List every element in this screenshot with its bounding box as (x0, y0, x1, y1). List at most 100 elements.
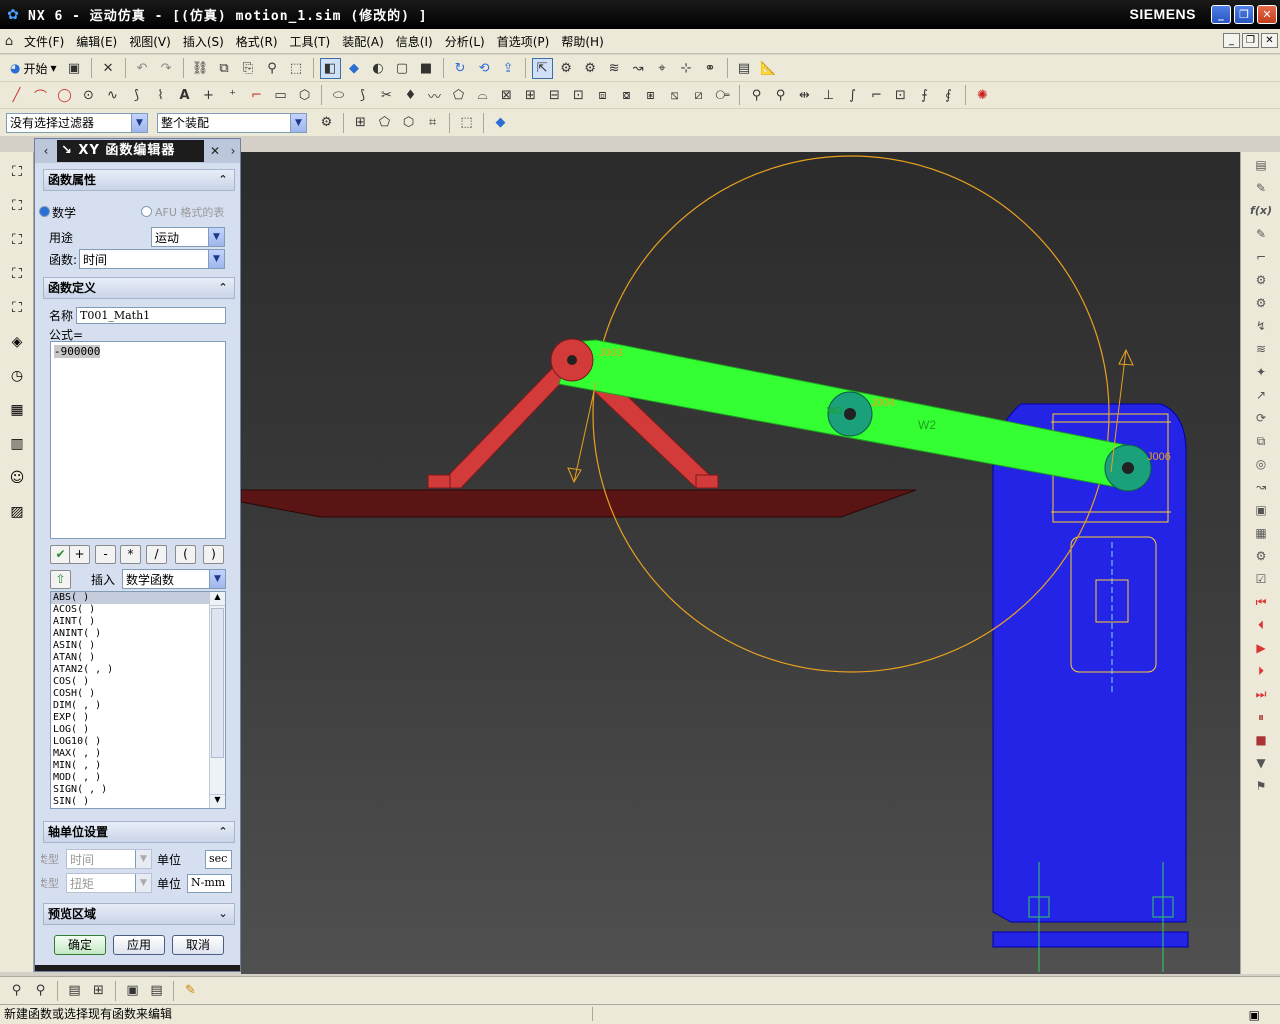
constraint-icon[interactable]: ⊥ (818, 85, 839, 106)
rectangle-icon[interactable]: ▭ (270, 85, 291, 106)
trim-icon[interactable]: ✂ (376, 85, 397, 106)
color-wheel-icon[interactable]: ✺ (972, 85, 993, 106)
play-icon[interactable]: ▶ (1246, 638, 1276, 658)
minimize-button[interactable]: _ (1211, 5, 1231, 24)
scale-curve-icon[interactable]: ⧄ (688, 85, 709, 106)
function-list-item[interactable]: ANINT( ) (51, 628, 225, 640)
text-icon[interactable]: A (174, 85, 195, 106)
scroll-thumb[interactable] (211, 608, 224, 758)
filter-settings-icon[interactable]: ⚙ (316, 112, 337, 133)
extract-icon[interactable]: ♦ (400, 85, 421, 106)
close-button[interactable]: ✕ (1257, 5, 1277, 24)
arc-icon[interactable]: ⌒ (30, 85, 51, 106)
menu-analysis[interactable]: 分析(L) (439, 33, 491, 50)
menu-info[interactable]: 信息(I) (390, 33, 439, 50)
intersect-icon[interactable]: ⊠ (496, 85, 517, 106)
system-materials-icon[interactable]: ▦ (3, 396, 31, 424)
bridge-icon[interactable]: ⌓ (472, 85, 493, 106)
op-minus-button[interactable]: - (95, 545, 116, 564)
menu-tools[interactable]: 工具(T) (284, 33, 337, 50)
palette-icon[interactable]: ▥ (3, 430, 31, 458)
gear-icon[interactable]: ⚙ (580, 58, 601, 79)
wrap-icon[interactable]: ⊡ (568, 85, 589, 106)
edit-icon[interactable]: ⊡ (890, 85, 911, 106)
link-icon[interactable]: ⛓ (190, 58, 211, 79)
relation-icon[interactable]: ∫ (842, 85, 863, 106)
background-icon[interactable]: ◐ (368, 58, 389, 79)
coupler-icon[interactable]: ⚙ (1246, 293, 1276, 313)
curve-on-surface-icon[interactable]: ⧆ (640, 85, 661, 106)
link-tool-icon[interactable]: ✎ (1246, 224, 1276, 244)
function-list-item[interactable]: LOG10( ) (51, 736, 225, 748)
assembly-navigator-icon[interactable]: ⛶ (3, 226, 31, 254)
menu-help[interactable]: 帮助(H) (555, 33, 609, 50)
status-full-screen-icon[interactable]: ▣ (1249, 1006, 1260, 1024)
next-frame-icon[interactable]: ⏵ (1246, 661, 1276, 681)
menu-assembly[interactable]: 装配(A) (336, 33, 390, 50)
cancel-button[interactable]: 取消 (172, 935, 224, 955)
redo-icon[interactable]: ↷ (156, 58, 177, 79)
prev-frame-icon[interactable]: ⏴ (1246, 615, 1276, 635)
driver-icon[interactable]: ↝ (628, 58, 649, 79)
op-close-paren-button[interactable]: ) (203, 545, 224, 564)
layer-settings-icon[interactable]: ▤ (64, 980, 85, 1001)
spline-icon[interactable]: ∿ (102, 85, 123, 106)
contact-icon[interactable]: ⚭ (700, 58, 721, 79)
circle-icon[interactable]: ◯ (54, 85, 75, 106)
sensor-icon[interactable]: ⊹ (676, 58, 697, 79)
chevron-down-icon[interactable]: ▼ (208, 250, 224, 268)
function-list-item[interactable]: ACOS( ) (51, 604, 225, 616)
chevron-down-icon[interactable]: ⌄ (215, 906, 231, 922)
measure-icon[interactable]: ⚲ (262, 58, 283, 79)
last-frame-icon[interactable]: ⏭ (1246, 684, 1276, 704)
menu-preferences[interactable]: 首选项(P) (491, 33, 556, 50)
motion-env-icon[interactable]: ✎ (1246, 178, 1276, 198)
menu-insert[interactable]: 插入(S) (177, 33, 230, 50)
chevron-up-icon[interactable]: ⌃ (215, 280, 231, 296)
snap-point-tool-icon[interactable]: ⚲ (30, 980, 51, 1001)
save-icon[interactable]: ▣ (64, 58, 85, 79)
chevron-down-icon[interactable]: ▼ (131, 113, 147, 132)
edit-curve-icon[interactable]: ⧅ (664, 85, 685, 106)
helix-icon[interactable]: ⌇ (150, 85, 171, 106)
spring-tool-icon[interactable]: ≋ (1246, 339, 1276, 359)
function-list-item[interactable]: ATAN( ) (51, 652, 225, 664)
undo-icon[interactable]: ↶ (132, 58, 153, 79)
next-icon[interactable]: › (226, 142, 240, 160)
ruler-icon[interactable]: 📐 (758, 58, 779, 79)
function-list-item[interactable]: SIGN( , ) (51, 784, 225, 796)
analyze-curve-icon[interactable]: ⚲ (746, 85, 767, 106)
menu-edit[interactable]: 编辑(E) (70, 33, 123, 50)
wcs-icon[interactable]: ⊞ (88, 980, 109, 1001)
pin-icon[interactable]: ↘ (61, 143, 78, 158)
dimension-icon[interactable]: ⇹ (794, 85, 815, 106)
apply-button[interactable]: 应用 (113, 935, 165, 955)
fillet-icon[interactable]: ⌐ (246, 85, 267, 106)
constraint-tool-icon[interactable]: ↝ (1246, 477, 1276, 497)
function-list-item[interactable]: SIN( ) (51, 796, 225, 808)
chevron-up-icon[interactable]: ⌃ (215, 172, 231, 188)
copy-tool-icon[interactable]: ⧉ (1246, 431, 1276, 451)
ellipse-icon[interactable]: ⬭ (328, 85, 349, 106)
pause-icon[interactable]: ⏸ (1246, 707, 1276, 727)
connector-icon[interactable]: ⚙ (1246, 270, 1276, 290)
solution-icon[interactable]: ▣ (1246, 500, 1276, 520)
chevron-up-icon[interactable]: ⌃ (215, 824, 231, 840)
polygon-icon[interactable]: ⬡ (294, 85, 315, 106)
chevron-down-icon[interactable]: ▼ (208, 228, 224, 246)
function-list-item[interactable]: DIM( , ) (51, 700, 225, 712)
name-field[interactable]: T001_Math1 (76, 307, 226, 324)
roles-icon[interactable]: ☺ (3, 464, 31, 492)
join-icon[interactable]: ⊞ (520, 85, 541, 106)
fit-spline-icon[interactable]: ⨐ (938, 85, 959, 106)
corner-icon[interactable]: ⌐ (866, 85, 887, 106)
export-movie-icon[interactable]: ▼ (1246, 753, 1276, 773)
function-fx-icon[interactable]: f(x) (1246, 201, 1276, 221)
shaded-cube-icon[interactable]: ◆ (344, 58, 365, 79)
solve-icon[interactable]: ▦ (1246, 523, 1276, 543)
fit-icon[interactable]: ⨍ (914, 85, 935, 106)
marker-icon[interactable]: ⌖ (652, 58, 673, 79)
preview-area-header[interactable]: 预览区域 ⌄ (43, 903, 235, 925)
section-icon[interactable]: ⊟ (544, 85, 565, 106)
y-unit-field[interactable]: N-mm (187, 874, 232, 893)
